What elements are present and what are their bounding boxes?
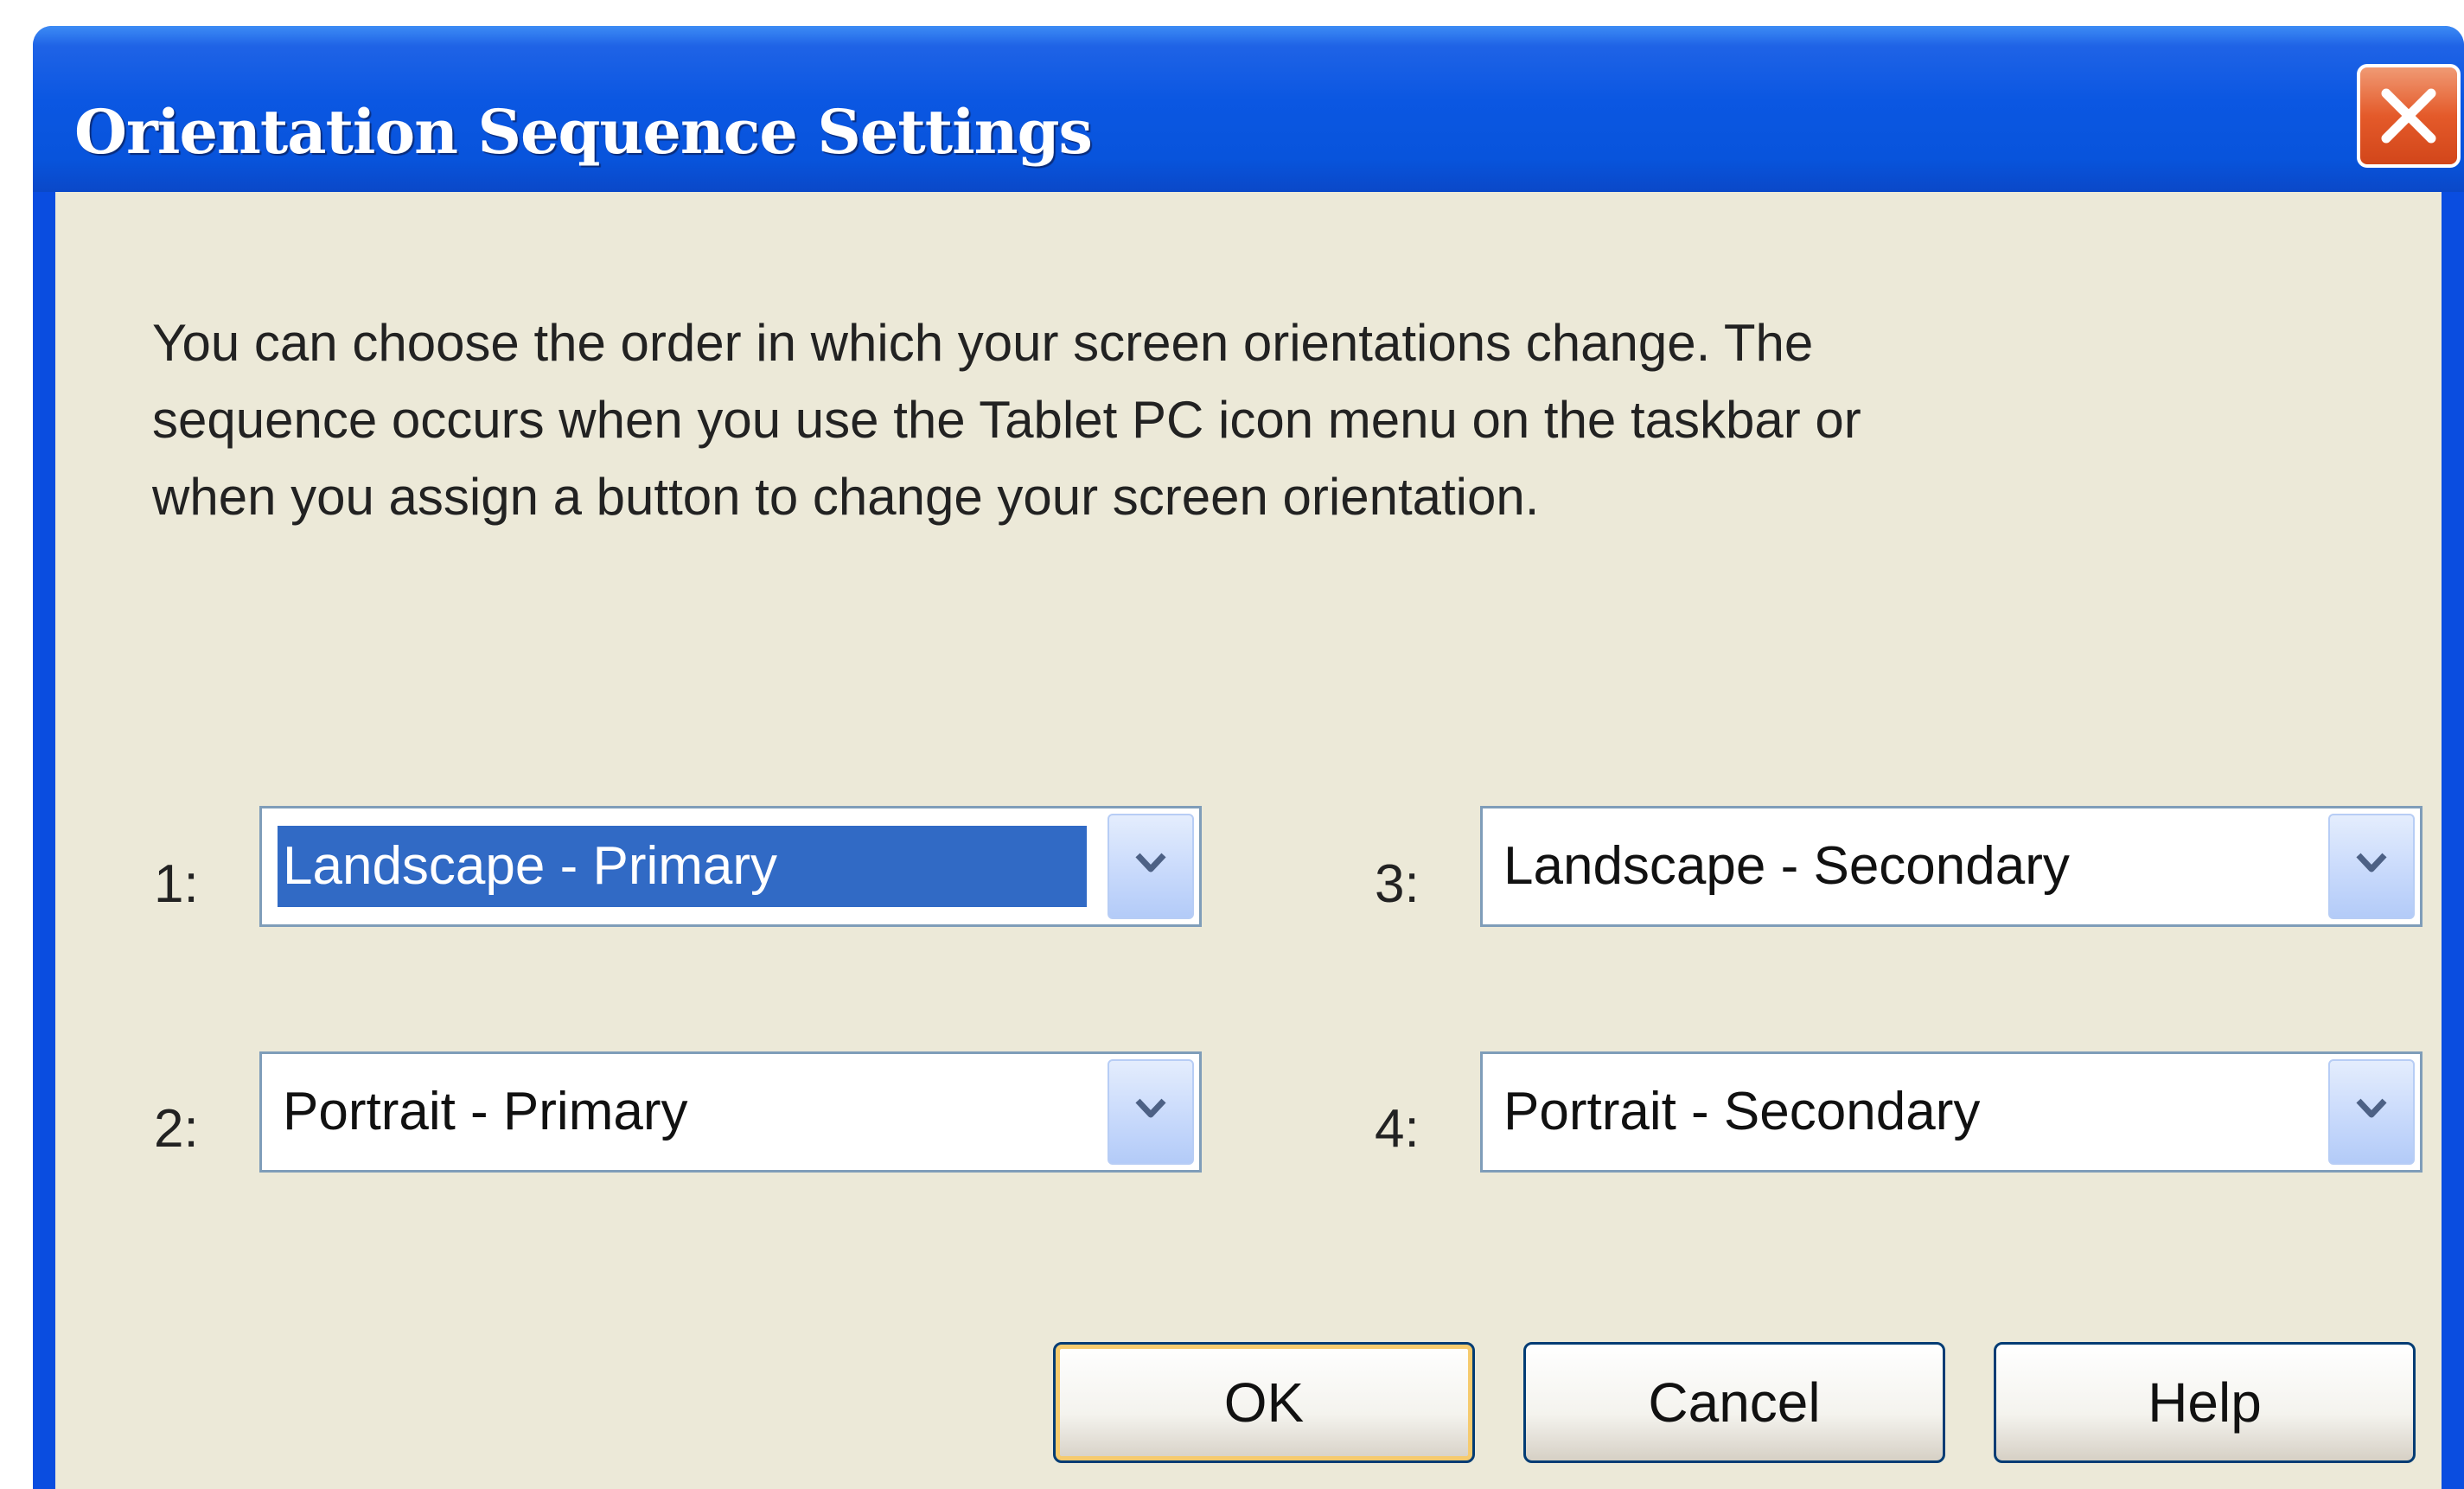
chevron-down-icon bbox=[2356, 853, 2387, 872]
help-button[interactable]: Help bbox=[1994, 1342, 2416, 1463]
sequence-label-2: 2: bbox=[154, 1099, 199, 1159]
close-button[interactable] bbox=[2357, 64, 2461, 168]
description-line: sequence occurs when you use the Tablet … bbox=[152, 391, 1861, 449]
chevron-down-icon bbox=[2356, 1098, 2387, 1118]
orientation-select-1[interactable]: Landscape - Primary bbox=[259, 806, 1202, 927]
title-bar[interactable]: Orientation Sequence Settings bbox=[33, 26, 2464, 192]
chevron-down-icon bbox=[1135, 853, 1166, 872]
combo-value: Portrait - Secondary bbox=[1503, 1082, 1981, 1141]
description-line: when you assign a button to change your … bbox=[152, 468, 1540, 526]
dropdown-button[interactable] bbox=[2328, 814, 2415, 919]
dialog-body: You can choose the order in which your s… bbox=[55, 192, 2442, 1489]
sequence-label-3: 3: bbox=[1375, 854, 1420, 914]
combo-value: Landscape - Secondary bbox=[1503, 836, 2070, 896]
cancel-button[interactable]: Cancel bbox=[1523, 1342, 1945, 1463]
dialog-title: Orientation Sequence Settings bbox=[74, 96, 1093, 168]
combo-value: Portrait - Primary bbox=[283, 1082, 688, 1141]
orientation-select-4[interactable]: Portrait - Secondary bbox=[1480, 1051, 2423, 1173]
close-icon bbox=[2381, 88, 2436, 144]
ok-button[interactable]: OK bbox=[1053, 1342, 1475, 1463]
dropdown-button[interactable] bbox=[1108, 1059, 1194, 1165]
sequence-label-1: 1: bbox=[154, 854, 199, 914]
description-line: You can choose the order in which your s… bbox=[152, 314, 1814, 372]
chevron-down-icon bbox=[1135, 1098, 1166, 1118]
description-text: You can choose the order in which your s… bbox=[152, 304, 2314, 535]
dropdown-button[interactable] bbox=[1108, 814, 1194, 919]
dialog-window: Orientation Sequence Settings You can ch… bbox=[33, 26, 2464, 1489]
orientation-select-3[interactable]: Landscape - Secondary bbox=[1480, 806, 2423, 927]
combo-value: Landscape - Primary bbox=[278, 826, 1087, 907]
orientation-select-2[interactable]: Portrait - Primary bbox=[259, 1051, 1202, 1173]
sequence-label-4: 4: bbox=[1375, 1099, 1420, 1159]
dropdown-button[interactable] bbox=[2328, 1059, 2415, 1165]
